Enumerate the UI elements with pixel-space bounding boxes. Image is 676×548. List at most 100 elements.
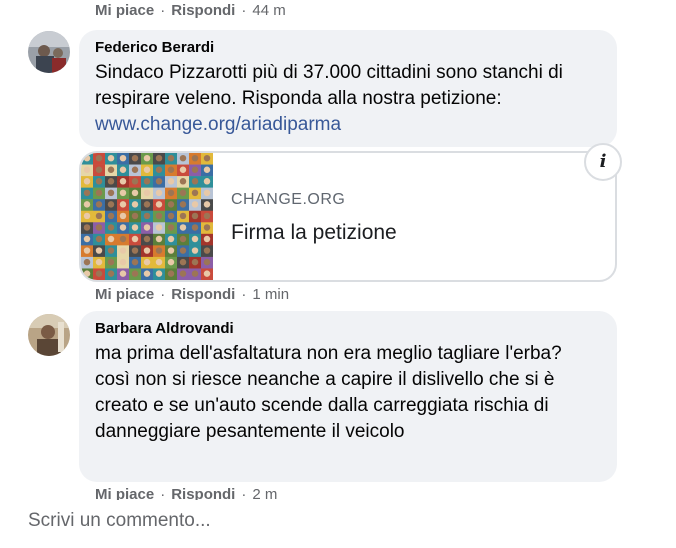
mosaic-face: [167, 178, 175, 185]
mosaic-face: [119, 235, 127, 243]
mosaic-face: [155, 178, 163, 185]
mosaic-face: [179, 166, 187, 173]
mosaic-face: [167, 270, 175, 277]
mosaic-face: [119, 178, 127, 185]
mosaic-face: [119, 154, 127, 162]
mosaic-face: [191, 247, 199, 254]
mosaic-face: [83, 189, 91, 197]
mosaic-face: [131, 224, 139, 231]
mosaic-face: [155, 235, 163, 243]
mosaic-face: [107, 224, 115, 231]
mosaic-face: [167, 224, 175, 231]
mosaic-face: [191, 201, 199, 208]
mosaic-face: [143, 166, 151, 173]
avatar[interactable]: [28, 314, 70, 356]
mosaic-face: [143, 212, 151, 220]
mosaic-face: [167, 247, 175, 254]
separator-dot: ·: [241, 286, 247, 303]
comment-input[interactable]: Scrivi un commento...: [28, 510, 211, 532]
mosaic-face: [179, 189, 187, 197]
separator-dot: ·: [241, 2, 247, 19]
avatar[interactable]: [28, 31, 70, 73]
mosaic-face: [95, 166, 103, 173]
comment-text: ma prima dell'asfaltatura non era meglio…: [95, 343, 562, 442]
mosaic-face: [107, 201, 115, 208]
mosaic-face: [107, 178, 115, 185]
like-button[interactable]: Mi piace: [95, 2, 154, 19]
mosaic-face: [83, 178, 91, 185]
mosaic-face: [191, 235, 199, 243]
mosaic-face: [143, 178, 151, 185]
mosaic-face: [107, 154, 115, 162]
mosaic-face: [95, 224, 103, 231]
mosaic-face: [167, 154, 175, 162]
mosaic-face: [167, 201, 175, 208]
mosaic-face: [203, 201, 211, 208]
link-preview-card[interactable]: CHANGE.ORG Firma la petizione: [79, 151, 617, 282]
mosaic-face: [119, 247, 127, 254]
mosaic-face: [83, 166, 91, 173]
mosaic-face: [131, 212, 139, 220]
mosaic-face: [179, 154, 187, 162]
avatar-image: [28, 31, 70, 73]
mosaic-face: [155, 258, 163, 266]
mosaic-face: [119, 189, 127, 197]
mosaic-face: [191, 258, 199, 266]
info-icon[interactable]: i: [584, 143, 622, 181]
mosaic-face: [95, 201, 103, 208]
mosaic-face: [191, 212, 199, 220]
mosaic-face: [131, 247, 139, 254]
mosaic-face: [107, 189, 115, 197]
mosaic-face: [143, 154, 151, 162]
mosaic-face: [119, 212, 127, 220]
mosaic-face: [83, 154, 91, 162]
mosaic-face: [95, 212, 103, 220]
mosaic-face: [143, 247, 151, 254]
mosaic-face: [179, 178, 187, 185]
mosaic-face: [107, 258, 115, 266]
mosaic-face: [83, 212, 91, 220]
mosaic-face: [203, 189, 211, 197]
mosaic-face: [119, 270, 127, 277]
mosaic-face: [83, 235, 91, 243]
reply-button[interactable]: Rispondi: [171, 2, 235, 19]
mosaic-face: [155, 201, 163, 208]
mosaic-face: [131, 166, 139, 173]
separator-dot: ·: [160, 2, 166, 19]
link-preview-title: Firma la petizione: [231, 221, 397, 244]
mosaic-face: [119, 201, 127, 208]
mosaic-face: [143, 235, 151, 243]
reply-button[interactable]: Rispondi: [171, 286, 235, 303]
mosaic-face: [167, 235, 175, 243]
mosaic-face: [143, 224, 151, 231]
mosaic-face: [131, 178, 139, 185]
mosaic-face: [155, 166, 163, 173]
comment-text: Sindaco Pizzarotti più di 37.000 cittadi…: [95, 60, 601, 138]
mosaic-face: [83, 224, 91, 231]
comment-timestamp[interactable]: 44 m: [252, 2, 285, 19]
comment-author[interactable]: Federico Berardi: [95, 38, 601, 58]
mosaic-face: [179, 247, 187, 254]
mosaic-face: [131, 154, 139, 162]
mosaic-face: [131, 270, 139, 277]
mosaic-face: [155, 212, 163, 220]
mosaic-face: [83, 247, 91, 254]
mosaic-face: [155, 189, 163, 197]
comment-timestamp[interactable]: 1 min: [252, 286, 289, 303]
mosaic-face: [155, 224, 163, 231]
petition-link[interactable]: www.change.org/ariadiparma: [95, 114, 341, 135]
comment-bubble: Federico Berardi Sindaco Pizzarotti più …: [79, 30, 617, 147]
link-preview-domain: CHANGE.ORG: [231, 191, 346, 208]
mosaic-face: [167, 189, 175, 197]
mosaic-face: [179, 212, 187, 220]
mosaic-face: [191, 154, 199, 162]
mosaic-face: [191, 189, 199, 197]
mosaic-face: [203, 235, 211, 243]
mosaic-face: [167, 166, 175, 173]
mosaic-face: [107, 235, 115, 243]
comment-actions: Mi piace · Rispondi · 1 min: [95, 286, 289, 303]
comment-author[interactable]: Barbara Aldrovandi: [95, 319, 601, 339]
mosaic-face: [155, 270, 163, 277]
like-button[interactable]: Mi piace: [95, 286, 154, 303]
mosaic-face: [107, 166, 115, 173]
